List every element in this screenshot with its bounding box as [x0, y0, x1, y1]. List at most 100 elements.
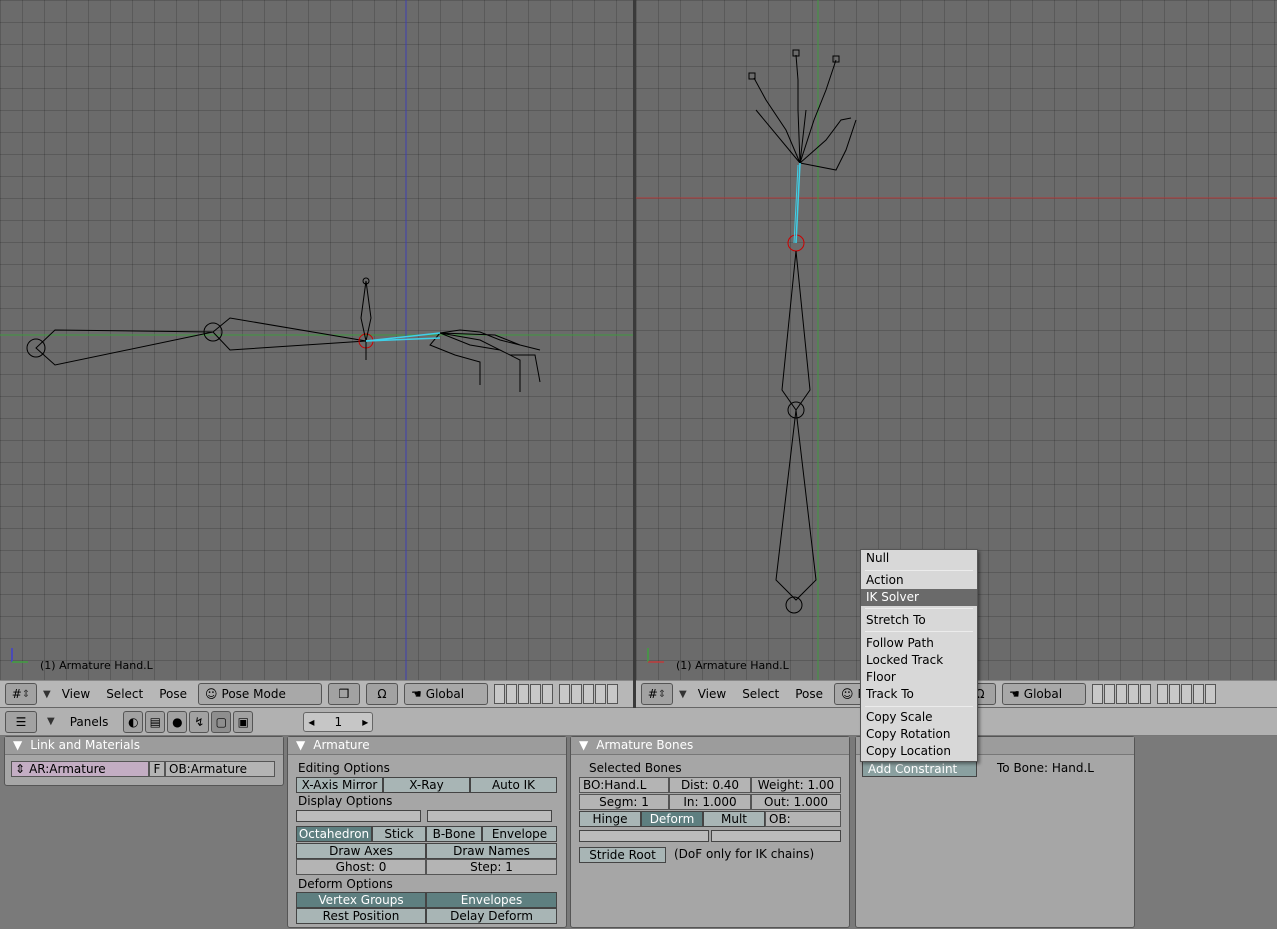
menu-item-ik-solver[interactable]: IK Solver [861, 589, 977, 606]
vertex-groups-button[interactable]: Vertex Groups [296, 892, 426, 908]
window-type-button[interactable]: # ⇕ [5, 683, 37, 705]
panels-window-icon: ☰ [15, 714, 27, 729]
auto-ik-button[interactable]: Auto IK [470, 777, 557, 793]
envelopes-button[interactable]: Envelopes [426, 892, 557, 908]
collapse-triangle-icon[interactable]: ▼ [296, 738, 305, 752]
bone-layer-buttons-2[interactable] [427, 810, 552, 822]
logic-icon[interactable]: ◐ [123, 710, 144, 733]
menu-select[interactable]: Select [737, 687, 784, 701]
bone-layer-buttons[interactable] [296, 810, 421, 822]
segm-field[interactable]: Segm: 1 [579, 794, 669, 810]
draw-axes-button[interactable]: Draw Axes [296, 843, 426, 859]
hinge-button[interactable]: Hinge [579, 811, 641, 827]
bone-name-field[interactable]: BO:Hand.L [579, 777, 669, 793]
dist-field[interactable]: Dist: 0.40 [669, 777, 751, 793]
draw-type-button[interactable]: ❒ [328, 683, 361, 705]
panel-header[interactable]: ▼ Armature [288, 737, 566, 755]
panel-header[interactable]: ▼ Armature Bones [571, 737, 849, 755]
mode-label: Pose Mode [221, 687, 286, 701]
x-axis-mirror-button[interactable]: X-Axis Mirror [296, 777, 383, 793]
grid-icon: # [11, 687, 22, 701]
menu-view[interactable]: View [57, 687, 95, 701]
browse-icon[interactable]: ⇕ [15, 762, 25, 776]
collapse-menu-triangle-icon[interactable]: ▼ [47, 716, 55, 727]
scene-icon[interactable]: ▣ [233, 710, 254, 733]
menu-pose[interactable]: Pose [154, 687, 192, 701]
bone-layer-buttons[interactable] [579, 830, 709, 842]
panels-label: Panels [69, 714, 109, 729]
viewport-object-label: (1) Armature Hand.L [40, 659, 153, 672]
window-type-button[interactable]: # ⇕ [641, 683, 673, 705]
menu-item-copy-location[interactable]: Copy Location [861, 743, 977, 760]
out-field[interactable]: Out: 1.000 [751, 794, 841, 810]
increment-arrow-icon[interactable]: ▸ [362, 715, 368, 729]
collapse-triangle-icon[interactable]: ▼ [13, 738, 22, 752]
rest-position-button[interactable]: Rest Position [296, 908, 426, 924]
ghost-field[interactable]: Ghost: 0 [296, 859, 426, 875]
orientation-selector[interactable]: ☚ Global [1002, 683, 1087, 705]
pose-mode-icon: ☺ [841, 687, 854, 701]
left-3d-viewport[interactable]: (1) Armature Hand.L [0, 0, 633, 680]
menu-item-copy-scale[interactable]: Copy Scale [861, 709, 977, 726]
menu-item-stretch-to[interactable]: Stretch To [861, 612, 977, 629]
orientation-label: Global [425, 687, 465, 701]
mode-selector[interactable]: ☺ Pose Mode [198, 683, 323, 705]
menu-item-locked-track[interactable]: Locked Track [861, 652, 977, 669]
frame-number-field[interactable]: ◂ 1 ▸ [303, 711, 374, 732]
pivot-button[interactable]: Ω [366, 683, 399, 705]
layer-buttons[interactable] [1092, 684, 1152, 704]
draw-names-button[interactable]: Draw Names [426, 843, 557, 859]
hand-icon: ☚ [1009, 687, 1020, 701]
menu-item-floor[interactable]: Floor [861, 669, 977, 686]
constraints-panel: Add Constraint To Bone: Hand.L [855, 736, 1135, 928]
pivot-icon: Ω [377, 687, 387, 701]
stick-button[interactable]: Stick [372, 826, 426, 842]
menu-pose[interactable]: Pose [790, 687, 828, 701]
menu-item-track-to[interactable]: Track To [861, 686, 977, 703]
layer-buttons-2[interactable] [559, 684, 619, 704]
hand-icon: ☚ [411, 687, 422, 701]
add-constraint-button[interactable]: Add Constraint [862, 761, 977, 777]
envelope-button[interactable]: Envelope [482, 826, 557, 842]
grid-icon: # [647, 687, 658, 701]
menu-item-follow-path[interactable]: Follow Path [861, 635, 977, 652]
collapse-triangle-icon[interactable]: ▼ [579, 738, 588, 752]
menu-item-action[interactable]: Action [861, 572, 977, 589]
b-bone-button[interactable]: B-Bone [426, 826, 482, 842]
collapse-menu-triangle-icon[interactable]: ▼ [679, 689, 687, 700]
window-type-button[interactable]: ☰ [5, 710, 37, 733]
object-name-field[interactable]: OB:Armature [165, 761, 275, 777]
left-3d-view-header: # ⇕ ▼ View Select Pose ☺ Pose Mode ❒ Ω ☚ … [0, 680, 633, 708]
delay-deform-button[interactable]: Delay Deform [426, 908, 557, 924]
menu-view[interactable]: View [693, 687, 731, 701]
weight-field[interactable]: Weight: 1.00 [751, 777, 841, 793]
x-ray-button[interactable]: X-Ray [383, 777, 470, 793]
layer-buttons-2[interactable] [1157, 684, 1217, 704]
armature-datablock-field[interactable]: ⇕ AR:Armature [11, 761, 149, 777]
menu-item-copy-rotation[interactable]: Copy Rotation [861, 726, 977, 743]
stride-root-button[interactable]: Stride Root [579, 847, 666, 863]
mult-button[interactable]: Mult [703, 811, 765, 827]
parent-object-field[interactable]: OB: [765, 811, 841, 827]
add-constraint-menu[interactable]: Null Action IK Solver Stretch To Follow … [860, 549, 978, 762]
collapse-menu-triangle-icon[interactable]: ▼ [43, 689, 51, 700]
script-icon[interactable]: ▤ [145, 710, 166, 733]
deform-button[interactable]: Deform [641, 811, 703, 827]
step-field[interactable]: Step: 1 [426, 859, 557, 875]
octahedron-button[interactable]: Octahedron [296, 826, 372, 842]
menu-select[interactable]: Select [101, 687, 148, 701]
buttons-area: ▼ Link and Materials ⇕ AR:Armature F OB:Ar… [0, 736, 1277, 929]
decrement-arrow-icon[interactable]: ◂ [308, 715, 314, 729]
fake-user-toggle[interactable]: F [149, 761, 165, 777]
left-armature-drawing[interactable] [0, 0, 633, 680]
shading-icon[interactable]: ● [167, 710, 188, 733]
layer-buttons[interactable] [494, 684, 554, 704]
editing-icon[interactable]: ▢ [211, 710, 232, 733]
menu-item-null[interactable]: Null [861, 550, 977, 567]
panel-header[interactable]: ▼ Link and Materials [5, 737, 283, 755]
cube-icon: ❒ [338, 687, 350, 701]
bone-layer-buttons-2[interactable] [711, 830, 841, 842]
in-field[interactable]: In: 1.000 [669, 794, 751, 810]
object-icon[interactable]: ↯ [189, 710, 210, 733]
orientation-selector[interactable]: ☚ Global [404, 683, 489, 705]
